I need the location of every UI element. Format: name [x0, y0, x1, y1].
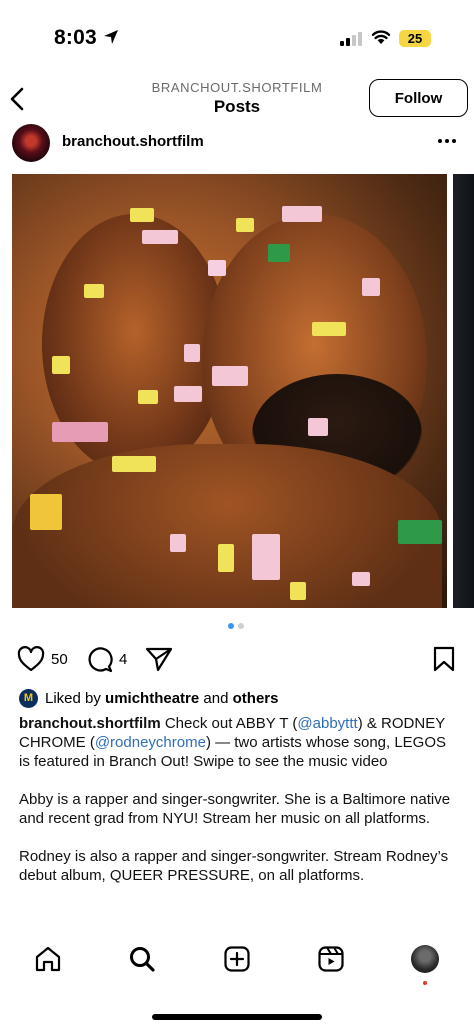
- status-time: 8:03: [54, 26, 97, 49]
- mention-rodneychrome[interactable]: @rodneychrome: [95, 734, 206, 751]
- carousel-indicator: [228, 623, 244, 629]
- post-username[interactable]: branchout.shortfilm: [62, 133, 204, 150]
- wifi-icon: [371, 30, 391, 44]
- caption-username[interactable]: branchout.shortfilm: [19, 715, 161, 732]
- bookmark-icon[interactable]: [432, 646, 456, 672]
- more-options-icon[interactable]: [438, 139, 456, 143]
- comment-icon[interactable]: [87, 647, 113, 673]
- like-count[interactable]: 50: [51, 651, 68, 668]
- post-image[interactable]: [12, 174, 447, 608]
- liked-by-prefix: Liked by: [45, 690, 106, 707]
- caption-text: Check out ABBY T (: [160, 715, 298, 732]
- home-indicator: [152, 1014, 322, 1020]
- liked-by-text[interactable]: Liked by umichtheatre and others: [45, 690, 278, 707]
- share-icon[interactable]: [145, 646, 173, 672]
- post-caption: branchout.shortfilm Check out ABBY T (@a…: [19, 714, 459, 904]
- caption-paragraph-2: Abby is a rapper and singer-songwriter. …: [19, 791, 451, 827]
- reels-icon[interactable]: [315, 943, 347, 975]
- liked-by-others[interactable]: others: [233, 690, 279, 707]
- follow-button[interactable]: Follow: [369, 79, 468, 117]
- next-image-peek[interactable]: [453, 174, 474, 608]
- caption-paragraph-3: Rodney is also a rapper and singer-songw…: [19, 848, 449, 884]
- account-avatar[interactable]: [12, 124, 50, 162]
- liked-by-user[interactable]: umichtheatre: [105, 690, 199, 707]
- liked-by-middle: and: [199, 690, 233, 707]
- search-icon[interactable]: [126, 943, 158, 975]
- comment-count[interactable]: 4: [119, 651, 127, 668]
- heart-icon[interactable]: [17, 646, 45, 672]
- signal-icon: [340, 31, 362, 46]
- caption-paragraph-1: branchout.shortfilm Check out ABBY T (@a…: [19, 714, 459, 771]
- battery-icon: 25: [399, 30, 431, 47]
- notification-dot: [423, 981, 427, 985]
- profile-tab[interactable]: [409, 943, 441, 975]
- new-post-icon[interactable]: [221, 943, 253, 975]
- mention-abbyttt[interactable]: @abbyttt: [297, 715, 357, 732]
- profile-avatar[interactable]: [411, 945, 439, 973]
- home-icon[interactable]: [32, 943, 64, 975]
- location-arrow-icon: [104, 30, 118, 44]
- liker-avatar[interactable]: M: [19, 689, 38, 708]
- bottom-tab-bar: [0, 935, 474, 995]
